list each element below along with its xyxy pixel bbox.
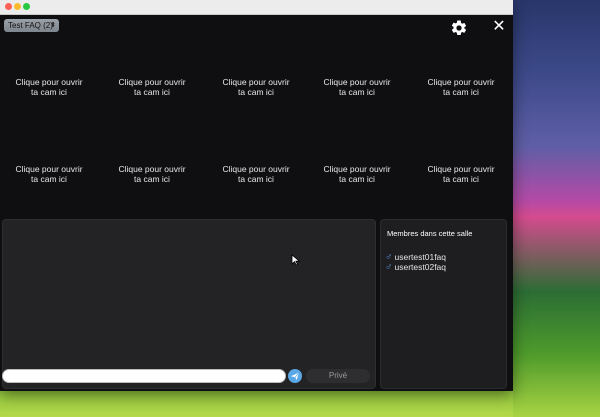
room-select-value: Test FAQ (2) [8,21,53,30]
cam-slot[interactable]: Clique pour ouvrir ta cam ici [107,77,197,97]
window-maximize-control[interactable] [23,3,30,10]
cam-slot[interactable]: Clique pour ouvrir ta cam ici [107,164,197,184]
window-close-control[interactable] [5,3,12,10]
cam-slot[interactable]: Clique pour ouvrir ta cam ici [312,164,402,184]
cam-slot[interactable]: Clique pour ouvrir ta cam ici [4,77,94,97]
chat-messages-panel[interactable] [2,219,376,389]
cam-slot[interactable]: Clique pour ouvrir ta cam ici [416,77,506,97]
cam-slot-line2: ta cam ici [443,174,479,184]
member-name: usertest01faq [394,252,447,262]
close-button[interactable]: ✕ [492,19,506,35]
send-icon [291,372,300,380]
cam-slot-line2: ta cam ici [443,87,479,97]
window-minimize-control[interactable] [14,3,21,10]
cam-slot[interactable]: Clique pour ouvrir ta cam ici [4,164,94,184]
cam-slot-line2: ta cam ici [134,87,170,97]
app-window: Test FAQ (2) ⬍ ✕ Clique pour ouvrir ta c… [0,0,513,391]
cam-slot-line1: Clique pour ouvrir [15,77,83,87]
cam-slot-line1: Clique pour ouvrir [15,164,83,174]
members-panel: Membres dans cette salle ♂ usertest01faq … [380,219,507,389]
member-name: usertest02faq [394,262,447,272]
send-button[interactable] [288,369,302,383]
cam-slot[interactable]: Clique pour ouvrir ta cam ici [211,164,301,184]
private-button[interactable]: Privé [306,369,370,383]
cam-slot-line2: ta cam ici [238,87,274,97]
cam-slot-line1: Clique pour ouvrir [323,164,391,174]
cam-slot-line2: ta cam ici [134,174,170,184]
cam-slot[interactable]: Clique pour ouvrir ta cam ici [211,77,301,97]
cam-slot-line1: Clique pour ouvrir [222,77,290,87]
cam-slot-line1: Clique pour ouvrir [118,164,186,174]
cam-slot-line1: Clique pour ouvrir [118,77,186,87]
room-select[interactable]: Test FAQ (2) ⬍ [4,19,59,32]
member-item[interactable]: ♂ usertest01faq [385,252,447,263]
cam-slot-line1: Clique pour ouvrir [222,164,290,174]
message-input[interactable] [2,369,286,383]
members-title: Membres dans cette salle [387,229,473,238]
cam-slot-line2: ta cam ici [238,174,274,184]
window-titlebar [0,0,513,15]
cam-slot-line1: Clique pour ouvrir [427,164,495,174]
mouse-pointer-icon [291,254,301,266]
cam-slot-line2: ta cam ici [31,174,67,184]
male-icon: ♂ [385,262,393,273]
gear-icon[interactable] [450,19,468,37]
cam-slot-line1: Clique pour ouvrir [323,77,391,87]
cam-slot-line1: Clique pour ouvrir [427,77,495,87]
updown-chevron-icon: ⬍ [50,22,56,29]
cam-slot[interactable]: Clique pour ouvrir ta cam ici [416,164,506,184]
cam-slot-line2: ta cam ici [339,174,375,184]
desktop-wallpaper [513,0,600,417]
cam-slot[interactable]: Clique pour ouvrir ta cam ici [312,77,402,97]
cam-slot-line2: ta cam ici [339,87,375,97]
cam-slot-line2: ta cam ici [31,87,67,97]
member-item[interactable]: ♂ usertest02faq [385,262,447,273]
